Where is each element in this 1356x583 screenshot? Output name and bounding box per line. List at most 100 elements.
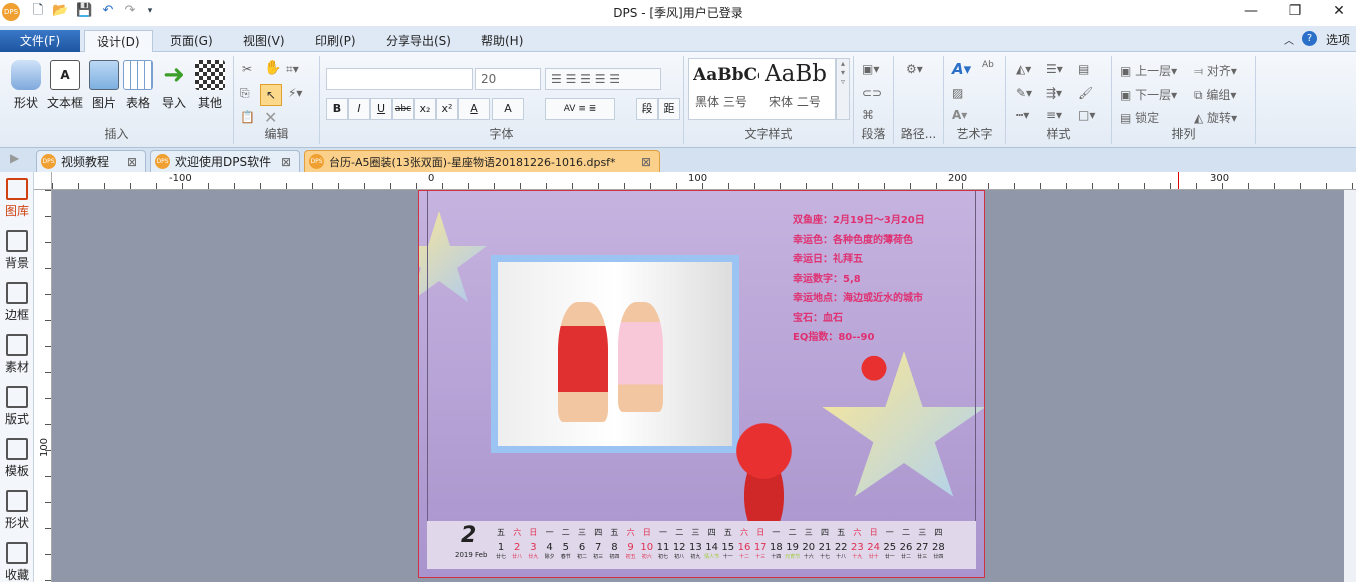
line-spacing-button[interactable]: 距 bbox=[658, 98, 680, 120]
paste-icon[interactable]: 📋 bbox=[240, 110, 255, 124]
underline-button[interactable]: U bbox=[370, 98, 392, 120]
paragraph-button[interactable]: 段 bbox=[636, 98, 658, 120]
rotate-button[interactable]: ◭ 旋转▾ bbox=[1194, 109, 1237, 126]
tab-help[interactable]: 帮助(H) bbox=[469, 30, 535, 52]
art-text-icon[interactable]: A▾ bbox=[952, 60, 971, 78]
arrow-style-icon[interactable]: ⇶▾ bbox=[1046, 86, 1062, 100]
bold-button[interactable]: B bbox=[326, 98, 348, 120]
tab-share-export[interactable]: 分享导出(S) bbox=[374, 30, 463, 52]
table-button[interactable]: 表格 bbox=[118, 60, 158, 111]
vertical-scrollbar[interactable] bbox=[1344, 190, 1356, 582]
file-menu[interactable]: 文件(F) bbox=[0, 30, 80, 52]
day-number: 3 bbox=[530, 542, 537, 553]
path-group: ⚙▾ 路径... bbox=[894, 56, 944, 144]
strikethrough-button[interactable]: abc bbox=[392, 98, 414, 120]
photo-frame[interactable] bbox=[491, 255, 739, 453]
minimize-button[interactable]: — bbox=[1236, 3, 1266, 19]
sidebar-item-border[interactable]: 边框 bbox=[0, 282, 34, 323]
align-button[interactable]: ⫤ 对齐▾ bbox=[1194, 62, 1237, 79]
hand-icon[interactable]: ✋ bbox=[264, 60, 281, 76]
send-backward-button[interactable]: ▣ 下一层▾ bbox=[1120, 86, 1177, 103]
sidebar-item-gallery[interactable]: 图库 bbox=[0, 178, 34, 219]
calendar-day: 四 21 十七 bbox=[817, 527, 833, 560]
close-button[interactable]: ✕ bbox=[1324, 3, 1354, 19]
highlight-button[interactable]: A bbox=[492, 98, 524, 120]
crop-icon[interactable]: ⌗▾ bbox=[286, 62, 299, 77]
textbox-fit-icon[interactable]: ▣▾ bbox=[862, 62, 879, 76]
magic-wand-icon[interactable]: ⚡▾ bbox=[288, 86, 302, 100]
shape-icon bbox=[6, 490, 28, 512]
sidebar-item-layout[interactable]: 版式 bbox=[0, 386, 34, 427]
restore-button[interactable]: ❐ bbox=[1280, 3, 1310, 19]
style-gallery-scroll[interactable]: ▴ ▾ ▿ bbox=[836, 58, 850, 120]
sidebar-item-shape[interactable]: 形状 bbox=[0, 490, 34, 531]
close-tab-icon[interactable]: ⊠ bbox=[281, 151, 291, 173]
other-button[interactable]: 其他 bbox=[190, 60, 230, 111]
import-button[interactable]: ➜ 导入 bbox=[154, 60, 194, 111]
font-name-select[interactable] bbox=[326, 68, 473, 90]
import-arrow-icon: ➜ bbox=[163, 60, 185, 90]
ruler-origin[interactable] bbox=[34, 172, 52, 190]
doc-tab-welcome[interactable]: DPS 欢迎使用DPS软件 ⊠ bbox=[150, 150, 300, 172]
sidebar-item-favorite[interactable]: 收藏 bbox=[0, 542, 34, 583]
style-preview-heiti[interactable]: AaBbCc bbox=[693, 65, 759, 85]
style-name-songti: 宋体 二号 bbox=[769, 95, 821, 109]
line-style-icon[interactable]: ☰▾ bbox=[1046, 62, 1063, 76]
bring-forward-button[interactable]: ▣ 上一层▾ bbox=[1120, 62, 1177, 79]
collapse-ribbon-icon[interactable]: ︿ bbox=[1284, 32, 1294, 47]
shape-style-icon[interactable]: □▾ bbox=[1078, 108, 1095, 122]
calendar-day: 六 2 廿八 bbox=[509, 527, 525, 560]
info-line: 宝石：血石 bbox=[793, 312, 843, 324]
calendar-day: 三 13 初九 bbox=[687, 527, 703, 560]
style-preview-songti[interactable]: AaBb bbox=[765, 61, 827, 87]
text-effect-icon[interactable]: ▨ bbox=[952, 86, 963, 100]
shape-button[interactable]: 形状 bbox=[6, 60, 46, 111]
calendar-page[interactable]: 双鱼座：2月19日～3月20日 幸运色：各种色度的薄荷色 幸运日：礼拜五 幸运数… bbox=[418, 190, 985, 578]
shadow-icon[interactable]: ▤ bbox=[1078, 62, 1089, 76]
close-tab-icon[interactable]: ⊠ bbox=[640, 151, 651, 172]
superscript-button[interactable]: x² bbox=[436, 98, 458, 120]
subscript-button[interactable]: x₂ bbox=[414, 98, 436, 120]
lock-button[interactable]: ▤ 锁定 bbox=[1120, 109, 1159, 126]
group-button[interactable]: ⧉ 编组▾ bbox=[1194, 86, 1236, 103]
spacing-buttons[interactable]: AV ≡ ≣ bbox=[545, 98, 615, 120]
day-number: 21 bbox=[818, 542, 832, 553]
close-tab-icon[interactable]: ⊠ bbox=[127, 151, 137, 173]
select-pointer-icon[interactable]: ↖ bbox=[260, 84, 282, 106]
sidebar-toggle-icon[interactable]: ▶ bbox=[10, 151, 19, 165]
copy-icon[interactable]: ⎘ bbox=[240, 86, 250, 101]
tab-print[interactable]: 印刷(P) bbox=[303, 30, 368, 52]
day-number: 8 bbox=[611, 542, 618, 553]
line-weight-icon[interactable]: ≡▾ bbox=[1046, 108, 1062, 122]
year-month-label: 2019 Feb bbox=[455, 551, 488, 559]
line-color-icon[interactable]: ✎▾ bbox=[1016, 86, 1032, 100]
fill-color-icon[interactable]: ◭▾ bbox=[1016, 62, 1031, 76]
tab-design[interactable]: 设计(D) bbox=[84, 30, 153, 52]
sidebar-item-template[interactable]: 模板 bbox=[0, 438, 34, 479]
vertical-ruler[interactable]: 100 bbox=[34, 190, 52, 582]
sidebar-item-material[interactable]: 素材 bbox=[0, 334, 34, 375]
italic-button[interactable]: I bbox=[348, 98, 370, 120]
sidebar-item-background[interactable]: 背景 bbox=[0, 230, 34, 271]
calendar-day: 日 17 十三 bbox=[752, 527, 768, 560]
text-direction-icon[interactable]: Ab bbox=[982, 60, 994, 70]
horizontal-ruler[interactable]: -100 0 100 200 300 bbox=[52, 172, 1356, 190]
calendar-day: 五 15 十一 bbox=[720, 527, 736, 560]
link-icon[interactable]: ⊂⊃ bbox=[862, 86, 882, 100]
align-buttons[interactable]: ☰ ☰ ☰ ☰ ☰ bbox=[545, 68, 661, 90]
tab-view[interactable]: 视图(V) bbox=[231, 30, 297, 52]
font-color-button[interactable]: A bbox=[458, 98, 490, 120]
format-painter-icon[interactable]: 🖌 bbox=[1078, 86, 1093, 100]
font-size-select[interactable]: 20 bbox=[475, 68, 541, 90]
doc-tab-video-tutorial[interactable]: DPS 视频教程 ⊠ bbox=[36, 150, 146, 172]
help-icon[interactable]: ? bbox=[1302, 31, 1317, 46]
options-button[interactable]: 选项 bbox=[1326, 31, 1350, 48]
unlink-icon[interactable]: ⌘ bbox=[862, 108, 874, 122]
tab-page[interactable]: 页面(G) bbox=[158, 30, 225, 52]
cut-icon[interactable]: ✂ bbox=[242, 62, 252, 76]
textbox-button[interactable]: A 文本框 bbox=[44, 60, 86, 111]
path-icon[interactable]: ⚙▾ bbox=[906, 62, 923, 76]
dash-style-icon[interactable]: ┅▾ bbox=[1016, 108, 1029, 122]
text-shadow-icon[interactable]: A▾ bbox=[952, 108, 967, 122]
doc-tab-calendar[interactable]: DPS 台历-A5圈装(13张双面)-星座物语20181226-1016.dpsf… bbox=[304, 150, 660, 172]
